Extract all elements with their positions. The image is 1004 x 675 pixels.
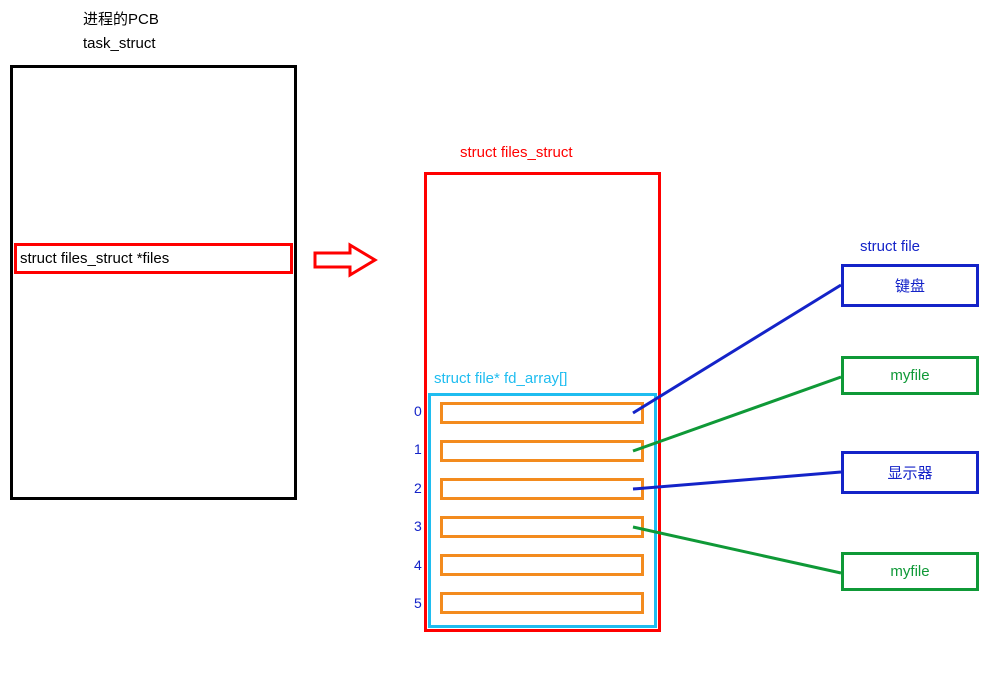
- file-box-myfile-2: myfile: [841, 552, 979, 591]
- fd-index-2: 2: [414, 480, 422, 496]
- file-box-myfile-1: myfile: [841, 356, 979, 395]
- fd-slot-5: [440, 592, 644, 614]
- arrow-icon: [310, 240, 385, 280]
- fd-array-label: struct file* fd_array[]: [434, 370, 567, 387]
- fd-slot-0: [440, 402, 644, 424]
- fd-index-4: 4: [414, 557, 422, 573]
- file-box-keyboard: 键盘: [841, 264, 979, 307]
- fd-index-0: 0: [414, 403, 422, 419]
- pcb-box: [10, 65, 297, 500]
- fd-slot-3: [440, 516, 644, 538]
- pcb-title: 进程的PCB: [83, 8, 159, 29]
- files-struct-label: struct files_struct: [460, 144, 573, 161]
- fd-index-5: 5: [414, 595, 422, 611]
- struct-file-header: struct file: [860, 238, 920, 255]
- fd-slot-4: [440, 554, 644, 576]
- fd-index-1: 1: [414, 441, 422, 457]
- fd-slot-1: [440, 440, 644, 462]
- fd-index-3: 3: [414, 518, 422, 534]
- fd-slot-2: [440, 478, 644, 500]
- task-struct-label: task_struct: [83, 35, 156, 52]
- file-box-display: 显示器: [841, 451, 979, 494]
- pcb-member-files: struct files_struct *files: [14, 243, 293, 274]
